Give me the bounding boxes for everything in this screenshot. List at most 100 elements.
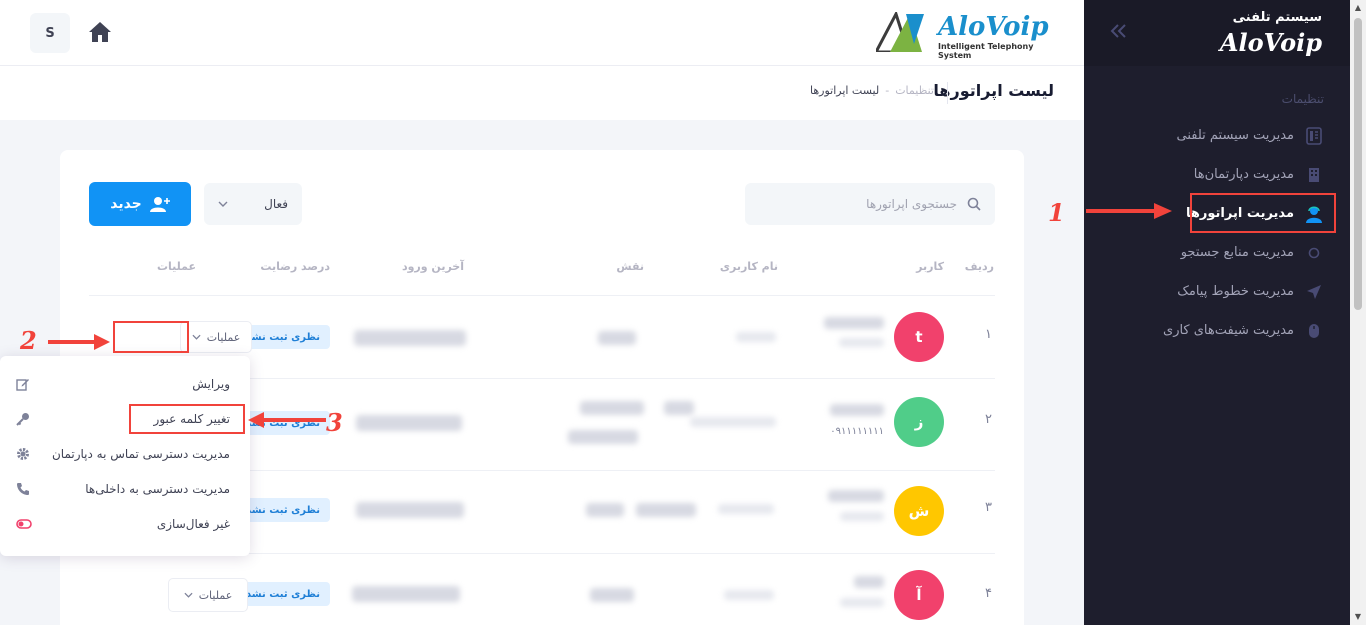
- col-username: نام کاربری: [719, 260, 778, 273]
- last-login-blurred: [352, 586, 460, 602]
- sidebar-item-label: مدیریت خطوط پیامک: [1177, 284, 1294, 299]
- status-filter-select[interactable]: فعال: [204, 183, 302, 225]
- menu-item-label: تغییر کلمه عبور: [153, 411, 230, 426]
- last-login-blurred: [356, 415, 462, 431]
- col-operations: عملیات: [156, 260, 196, 273]
- building-icon: [1304, 167, 1324, 183]
- user-phone: ۰۹۱۱۱۱۱۱۱۱: [830, 426, 884, 437]
- user-avatar: t: [894, 312, 944, 362]
- menu-item-deactivate[interactable]: غیر فعال‌سازی: [0, 506, 250, 541]
- divider: [89, 295, 995, 296]
- breadcrumb-parent[interactable]: تنظیمات: [895, 84, 934, 97]
- sidebar-item-sms-lines[interactable]: مدیریت خطوط پیامک: [1084, 272, 1350, 311]
- user-name-blurred: [824, 317, 884, 329]
- logo-tagline: Intelligent Telephony System: [938, 42, 1034, 60]
- user-avatar-button[interactable]: S: [30, 13, 70, 53]
- role-blurred: [598, 331, 636, 345]
- search-icon: [967, 197, 981, 211]
- username-blurred: [690, 417, 776, 427]
- role-blurred: [568, 430, 638, 444]
- operations-label: عملیات: [198, 588, 233, 602]
- role-blurred: [590, 588, 634, 602]
- sidebar-item-label: مدیریت دپارتمان‌ها: [1193, 167, 1294, 182]
- menu-item-label: غیر فعال‌سازی: [156, 516, 230, 531]
- circle-icon: [1304, 247, 1324, 259]
- chevron-down-icon: [184, 592, 193, 598]
- page-scrollbar[interactable]: ▲ ▼: [1350, 0, 1366, 625]
- operations-button[interactable]: عملیات: [168, 578, 248, 612]
- breadcrumb: تنظیمات - لیست اپراتورها: [810, 84, 934, 97]
- annotation-number-3: 3: [326, 408, 343, 437]
- search-input[interactable]: [757, 197, 957, 211]
- sidebar-item-operators[interactable]: مدیریت اپراتورها: [1084, 194, 1350, 233]
- mouse-icon: [1304, 323, 1324, 339]
- role-blurred: [586, 503, 624, 517]
- chevron-down-icon: [218, 201, 228, 207]
- new-operator-button[interactable]: جدید: [89, 182, 191, 226]
- sidebar-logo-text: AloVoip: [1219, 28, 1322, 57]
- sidebar-item-work-shifts[interactable]: مدیریت شیفت‌های کاری: [1084, 311, 1350, 350]
- alovoip-logo[interactable]: AloVoip Intelligent Telephony System: [876, 12, 1056, 60]
- row-number: ۳: [985, 500, 992, 515]
- send-icon: [1304, 284, 1324, 300]
- sidebar-logo[interactable]: سیستم تلفنی AloVoip: [1172, 10, 1322, 57]
- sidebar-item-label: مدیریت سیستم تلفنی: [1176, 128, 1294, 143]
- subheader-divider: [947, 82, 948, 104]
- col-user: کاربر: [916, 260, 944, 273]
- menu-item-edit[interactable]: ویرایش: [0, 366, 250, 401]
- menu-item-label: ویرایش: [192, 376, 230, 391]
- col-row: ردیف: [964, 260, 994, 273]
- user-name-blurred: [828, 490, 884, 502]
- page-title: لیست اپراتورها: [933, 81, 1054, 100]
- sidebar-logo-title: سیستم تلفنی: [1232, 10, 1322, 25]
- operations-dropdown-menu: ویرایش تغییر کلمه عبور مدیریت دسترسی تما…: [0, 356, 250, 556]
- search-box[interactable]: [745, 183, 995, 225]
- phone-system-icon: [1304, 126, 1324, 145]
- col-role: نقش: [616, 260, 644, 273]
- logo-text: AloVoip: [938, 12, 1049, 42]
- chevron-down-icon: [192, 334, 201, 340]
- sidebar-item-label: مدیریت منابع جستجو: [1180, 245, 1294, 260]
- subheader: لیست اپراتورها تنظیمات - لیست اپراتورها: [0, 66, 1084, 120]
- user-avatar: ش: [894, 486, 944, 536]
- add-user-icon: [149, 197, 170, 212]
- row-number: ۲: [985, 412, 992, 427]
- new-button-label: جدید: [110, 196, 142, 212]
- row-number: ۴: [985, 586, 992, 601]
- sidebar-item-phone-system[interactable]: مدیریت سیستم تلفنی: [1084, 116, 1350, 155]
- collapse-sidebar-icon[interactable]: [1110, 20, 1128, 45]
- sidebar-item-departments[interactable]: مدیریت دپارتمان‌ها: [1084, 155, 1350, 194]
- col-last-login: آخرین ورود: [401, 260, 464, 273]
- logo-mark-icon: [876, 12, 924, 52]
- menu-item-department-access[interactable]: مدیریت دسترسی تماس به دپارتمان: [0, 436, 250, 471]
- scroll-thumb[interactable]: [1354, 18, 1362, 310]
- breadcrumb-current: لیست اپراتورها: [809, 84, 880, 97]
- annotation-number-2: 2: [20, 326, 37, 355]
- home-icon[interactable]: [88, 21, 112, 47]
- top-header: AloVoip Intelligent Telephony System S: [0, 0, 1084, 66]
- sidebar: سیستم تلفنی AloVoip تنظیمات مدیریت سیستم…: [1084, 0, 1350, 625]
- sidebar-item-search-sources[interactable]: مدیریت منابع جستجو: [1084, 233, 1350, 272]
- menu-item-label: مدیریت دسترسی تماس به دپارتمان: [51, 446, 230, 461]
- role-blurred: [580, 401, 644, 415]
- user-avatar: ز: [894, 397, 944, 447]
- breadcrumb-separator: -: [885, 84, 890, 97]
- role-blurred: [636, 503, 696, 517]
- scroll-up-arrow-icon[interactable]: ▲: [1350, 0, 1366, 16]
- role-blurred: [664, 401, 694, 415]
- user-phone-blurred: [840, 598, 884, 607]
- gear-icon: [16, 447, 30, 461]
- scroll-down-arrow-icon[interactable]: ▼: [1350, 609, 1366, 625]
- row-number: ۱: [985, 327, 992, 342]
- menu-item-change-password[interactable]: تغییر کلمه عبور: [0, 401, 250, 436]
- user-avatar: آ: [894, 570, 944, 620]
- last-login-blurred: [354, 330, 466, 346]
- operations-button[interactable]: عملیات: [180, 321, 252, 353]
- sidebar-section-title: تنظیمات: [1281, 92, 1324, 106]
- key-icon: [16, 412, 30, 426]
- annotation-number-1: 1: [1048, 198, 1065, 227]
- username-blurred: [718, 504, 774, 514]
- user-phone-blurred: [840, 512, 884, 521]
- last-login-blurred: [356, 502, 464, 518]
- menu-item-extension-access[interactable]: مدیریت دسترسی به داخلی‌ها: [0, 471, 250, 506]
